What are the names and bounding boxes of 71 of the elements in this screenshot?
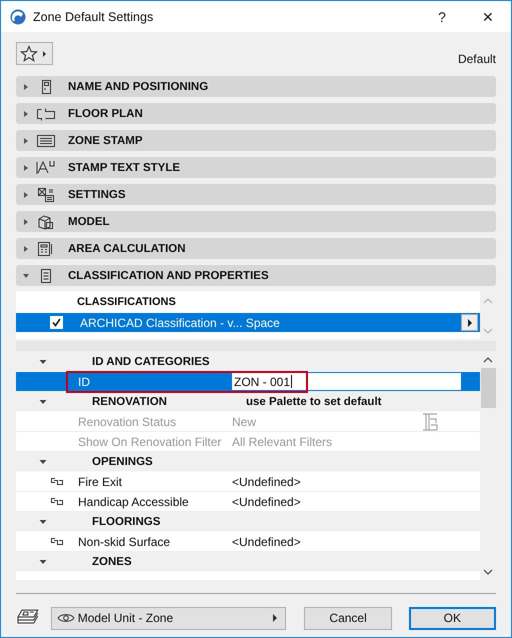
ok-button[interactable]: OK: [408, 606, 496, 630]
group-note: use Palette to set default: [246, 396, 382, 408]
value-input[interactable]: ZON - 001: [232, 373, 461, 390]
section-header[interactable]: ZONE STAMP: [16, 130, 496, 151]
caret-icon: [466, 318, 472, 326]
caret-icon: [22, 272, 30, 280]
group-row[interactable]: ID AND CATEGORIES: [16, 352, 480, 372]
property-name: Fire Exit: [78, 474, 124, 488]
group-name: FLOORINGS: [92, 516, 162, 528]
group-row[interactable]: OPENINGS: [16, 452, 480, 472]
app-logo-icon: [10, 8, 26, 24]
property-value: All Relevant Filters: [232, 434, 332, 448]
caret-icon: [22, 82, 30, 90]
caret-icon: [22, 190, 30, 198]
group-name: ZONES: [92, 556, 133, 568]
column-header: CLASSIFICATIONS: [76, 295, 177, 310]
section-header[interactable]: SETTINGS: [16, 184, 496, 205]
property-name: Renovation Status: [78, 414, 178, 428]
section-header[interactable]: AREA CALCULATION: [16, 238, 496, 259]
caret-icon: [22, 244, 30, 252]
caret-icon: [22, 164, 30, 172]
layer-dropdown[interactable]: Model Unit - Zone: [50, 606, 286, 630]
caret-icon: [22, 218, 30, 226]
classification-row[interactable]: ARCHICAD Classification - v... Space: [16, 313, 480, 332]
favorites-button[interactable]: [16, 42, 53, 65]
crane-icon: [422, 413, 438, 431]
window-title: Zone Default Settings: [33, 10, 154, 24]
property-value: New: [232, 414, 256, 428]
checkbox[interactable]: [50, 316, 63, 329]
property-name: Handicap Accessible: [78, 494, 190, 508]
property-row[interactable]: ID ZON - 001: [16, 372, 480, 392]
group-name: OPENINGS: [92, 456, 154, 468]
caret-icon: [39, 398, 47, 406]
cube-icon: [36, 214, 56, 230]
help-button[interactable]: ?: [419, 2, 465, 32]
scroll-down-icon[interactable]: [483, 569, 493, 575]
classification-text: ARCHICAD Classification - v... Space: [80, 316, 281, 330]
property-value: <Undefined>: [232, 494, 301, 508]
group-name: RENOVATION: [92, 396, 168, 408]
scrollbar-thumb[interactable]: [480, 368, 496, 408]
section-header[interactable]: FLOOR PLAN: [16, 103, 496, 124]
text-style-icon: [36, 160, 56, 176]
property-name: ID: [78, 374, 91, 388]
section-header[interactable]: CLASSIFICATION AND PROPERTIES: [16, 265, 496, 286]
settings-icon: [36, 186, 56, 202]
caret-icon: [272, 614, 278, 622]
caret-icon: [39, 558, 47, 566]
scroll-up-icon[interactable]: [483, 357, 493, 363]
group-row[interactable]: FLOORINGS: [16, 512, 480, 532]
section-header[interactable]: STAMP TEXT STYLE: [16, 157, 496, 178]
picker-button[interactable]: [461, 314, 478, 331]
group-row[interactable]: RENOVATION use Palette to set default: [16, 392, 480, 412]
property-name: Show On Renovation Filter: [78, 434, 222, 448]
group-row[interactable]: ZONES: [16, 552, 480, 572]
caret-icon: [22, 136, 30, 144]
cancel-button[interactable]: Cancel: [304, 606, 392, 630]
caret-icon: [39, 358, 47, 366]
property-name: Non-skid Surface: [78, 534, 172, 548]
group-name: ID AND CATEGORIES: [92, 356, 211, 368]
caret-icon: [39, 518, 47, 526]
preset-label: Default: [458, 52, 496, 66]
stamp-icon: [36, 132, 56, 148]
caret-icon: [39, 458, 47, 466]
close-button[interactable]: ✕: [465, 2, 511, 32]
caret-icon: [22, 110, 30, 118]
property-value: <Undefined>: [232, 474, 301, 488]
property-value: <Undefined>: [232, 534, 301, 548]
floor-plan-icon: [36, 106, 56, 122]
section-header[interactable]: MODEL: [16, 211, 496, 232]
eye-icon: [56, 613, 75, 623]
section-header[interactable]: NAME AND POSITIONING: [16, 76, 496, 97]
